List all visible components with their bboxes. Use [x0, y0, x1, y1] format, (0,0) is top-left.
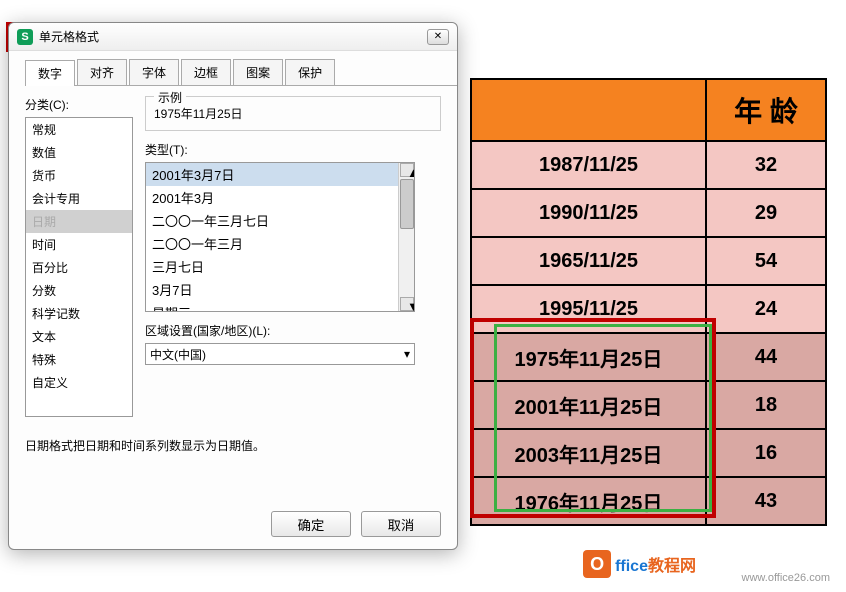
type-label: 类型(T): [145, 141, 441, 158]
cancel-button[interactable]: 取消 [361, 511, 441, 537]
tab-font[interactable]: 字体 [129, 59, 179, 85]
tab-border[interactable]: 边框 [181, 59, 231, 85]
app-icon: S [17, 29, 33, 45]
header-date-hidden [471, 79, 706, 141]
cell-date[interactable]: 1975年11月25日 [471, 333, 706, 381]
cell-age[interactable]: 29 [706, 189, 826, 237]
cell-age[interactable]: 43 [706, 477, 826, 525]
type-item[interactable]: 星期三 [146, 301, 414, 312]
office-text: ffice教程网 [615, 552, 696, 576]
category-item[interactable]: 数值 [26, 141, 132, 164]
category-item[interactable]: 分数 [26, 279, 132, 302]
ok-button[interactable]: 确定 [271, 511, 351, 537]
scroll-up-arrow[interactable]: ▲ [400, 163, 414, 177]
close-button[interactable]: ✕ [427, 29, 449, 45]
type-item[interactable]: 二〇〇一年三月七日 [146, 209, 414, 232]
example-value: 1975年11月25日 [154, 105, 432, 122]
chevron-down-icon: ▾ [404, 347, 410, 361]
cell-format-dialog: S 单元格格式 ✕ 数字 对齐 字体 边框 图案 保护 分类(C): 常规 数值… [8, 22, 458, 550]
cell-date[interactable]: 1965/11/25 [471, 237, 706, 285]
url-watermark: www.office26.com [742, 572, 830, 584]
cell-date[interactable]: 2001年11月25日 [471, 381, 706, 429]
category-item[interactable]: 货币 [26, 164, 132, 187]
category-listbox[interactable]: 常规 数值 货币 会计专用 日期 时间 百分比 分数 科学记数 文本 特殊 自定… [25, 117, 133, 417]
locale-value: 中文(中国) [150, 346, 206, 363]
category-label: 分类(C): [25, 96, 133, 113]
category-item[interactable]: 特殊 [26, 348, 132, 371]
cell-date[interactable]: 2003年11月25日 [471, 429, 706, 477]
tab-number[interactable]: 数字 [25, 60, 75, 86]
dialog-title: 单元格格式 [39, 28, 427, 45]
example-label: 示例 [154, 89, 186, 106]
tab-pattern[interactable]: 图案 [233, 59, 283, 85]
tab-alignment[interactable]: 对齐 [77, 59, 127, 85]
tab-protect[interactable]: 保护 [285, 59, 335, 85]
cell-age[interactable]: 18 [706, 381, 826, 429]
category-item[interactable]: 常规 [26, 118, 132, 141]
scroll-thumb[interactable] [400, 179, 414, 229]
tab-strip: 数字 对齐 字体 边框 图案 保护 [25, 59, 457, 86]
office-logo: O ffice教程网 [583, 550, 696, 578]
format-description: 日期格式把日期和时间系列数显示为日期值。 [25, 437, 441, 454]
dialog-titlebar[interactable]: S 单元格格式 ✕ [9, 23, 457, 51]
type-item[interactable]: 3月7日 [146, 278, 414, 301]
category-item[interactable]: 会计专用 [26, 187, 132, 210]
header-age: 年 龄 [706, 79, 826, 141]
scrollbar[interactable]: ▲ ▼ [398, 163, 414, 311]
type-item[interactable]: 三月七日 [146, 255, 414, 278]
locale-label: 区域设置(国家/地区)(L): [145, 322, 441, 339]
category-item-date[interactable]: 日期 [26, 210, 132, 233]
data-table: 年 龄 1987/11/2532 1990/11/2529 1965/11/25… [470, 78, 827, 526]
office-icon: O [583, 550, 611, 578]
cell-date[interactable]: 1990/11/25 [471, 189, 706, 237]
type-item[interactable]: 2001年3月7日 [146, 163, 414, 186]
cell-age[interactable]: 44 [706, 333, 826, 381]
cell-date[interactable]: 1987/11/25 [471, 141, 706, 189]
example-box: 示例 1975年11月25日 [145, 96, 441, 131]
cell-date[interactable]: 1995/11/25 [471, 285, 706, 333]
category-item[interactable]: 自定义 [26, 371, 132, 394]
type-item[interactable]: 2001年3月 [146, 186, 414, 209]
category-item[interactable]: 科学记数 [26, 302, 132, 325]
scroll-down-arrow[interactable]: ▼ [400, 297, 414, 311]
category-item[interactable]: 文本 [26, 325, 132, 348]
locale-dropdown[interactable]: 中文(中国) ▾ [145, 343, 415, 365]
cell-date[interactable]: 1976年11月25日 [471, 477, 706, 525]
cell-age[interactable]: 16 [706, 429, 826, 477]
category-item[interactable]: 百分比 [26, 256, 132, 279]
type-listbox[interactable]: 2001年3月7日 2001年3月 二〇〇一年三月七日 二〇〇一年三月 三月七日… [145, 162, 415, 312]
category-item[interactable]: 时间 [26, 233, 132, 256]
cell-age[interactable]: 32 [706, 141, 826, 189]
cell-age[interactable]: 54 [706, 237, 826, 285]
cell-age[interactable]: 24 [706, 285, 826, 333]
type-item[interactable]: 二〇〇一年三月 [146, 232, 414, 255]
